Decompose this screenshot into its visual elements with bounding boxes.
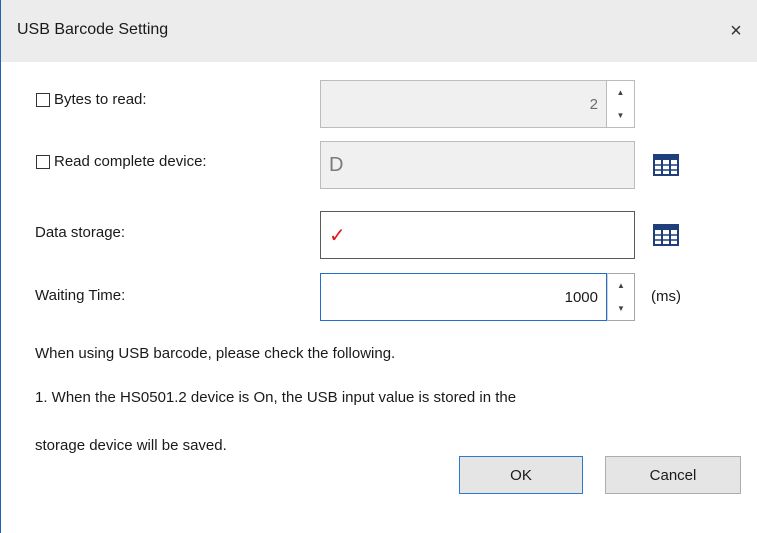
data-storage-field[interactable]: ✓ [320, 211, 635, 259]
data-storage-label: Data storage: [35, 224, 126, 241]
info-line-1: When using USB barcode, please check the… [35, 345, 396, 362]
usb-barcode-setting-dialog: USB Barcode Setting × Bytes to read: 2 ▲… [0, 0, 757, 533]
spin-up-icon[interactable]: ▲ [608, 274, 634, 297]
bytes-to-read-checkbox[interactable] [36, 93, 50, 107]
ok-button[interactable]: OK [459, 456, 583, 494]
read-complete-device-value: D [329, 153, 344, 176]
waiting-time-field[interactable]: 1000 [320, 273, 607, 321]
spin-down-icon[interactable]: ▼ [608, 297, 634, 320]
waiting-time-spinner[interactable]: ▲ ▼ [607, 273, 635, 321]
read-complete-device-label[interactable]: Read complete device: [54, 153, 207, 170]
read-complete-device-field[interactable]: D [320, 141, 635, 189]
title-bar: USB Barcode Setting × [1, 0, 757, 62]
close-button[interactable]: × [719, 14, 753, 48]
bytes-to-read-spinner[interactable]: ▲ ▼ [607, 80, 635, 128]
data-storage-value: ✓ [329, 224, 346, 247]
table-grid-icon [653, 224, 679, 246]
spin-up-icon[interactable]: ▲ [607, 81, 634, 104]
waiting-time-value: 1000 [564, 288, 598, 306]
cancel-button[interactable]: Cancel [605, 456, 741, 494]
table-grid-icon [653, 154, 679, 176]
waiting-time-label: Waiting Time: [35, 287, 126, 304]
spin-down-icon[interactable]: ▼ [607, 104, 634, 127]
close-icon: × [730, 19, 742, 42]
bytes-to-read-field[interactable]: 2 [320, 80, 607, 128]
storage-picker-button[interactable] [651, 220, 681, 250]
device-picker-button[interactable] [651, 150, 681, 180]
bytes-to-read-value: 2 [589, 95, 598, 113]
bytes-to-read-label[interactable]: Bytes to read: [54, 91, 147, 108]
dialog-title: USB Barcode Setting [17, 21, 169, 38]
info-line-3: storage device will be saved. [35, 437, 227, 454]
info-line-2: 1. When the HS0501.2 device is On, the U… [35, 389, 517, 406]
read-complete-device-checkbox[interactable] [36, 155, 50, 169]
waiting-time-unit: (ms) [651, 288, 681, 305]
